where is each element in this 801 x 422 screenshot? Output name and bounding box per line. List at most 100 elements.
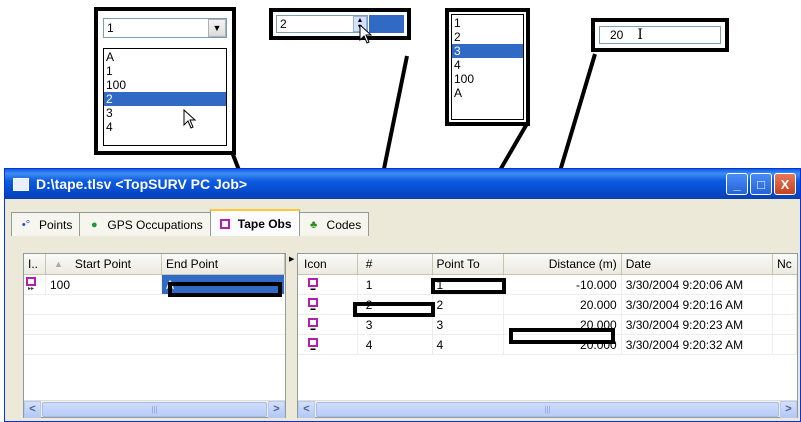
table-row[interactable]: ▬ 1 1 -10.000 3/30/2004 9:20:06 AM [298, 275, 798, 295]
text-cursor-icon: I [637, 27, 643, 43]
sort-ascending-icon: ▲ [54, 259, 63, 269]
tab-points[interactable]: •° Points [11, 212, 81, 236]
left-horizontal-scrollbar[interactable]: < ||| > [24, 400, 285, 418]
number-cell[interactable]: 1 [358, 275, 433, 294]
title-bar[interactable]: D:\tape.tlsv <TopSURV PC Job> _ □ X [5, 169, 800, 199]
dropdown-option[interactable]: 1 [452, 16, 523, 30]
column-header-point-to[interactable]: Point To [433, 254, 505, 274]
distance-cell[interactable]: 20.000 [504, 295, 622, 314]
left-grid-panel: I.. ▲ Start Point End Point ▸▸ 100 A < |… [23, 253, 286, 418]
dropdown-option[interactable]: 100 [452, 72, 523, 86]
notes-cell[interactable] [773, 335, 798, 354]
column-header-date[interactable]: Date [622, 254, 774, 274]
close-button[interactable]: X [774, 173, 796, 195]
number-cell[interactable]: 3 [358, 315, 433, 334]
tape-obs-icon [218, 217, 232, 231]
dropdown-option[interactable]: 4 [452, 58, 523, 72]
column-header-number[interactable]: # [358, 254, 433, 274]
tape-obs-icon: ▸▸ [26, 277, 36, 292]
topsurv-window: D:\tape.tlsv <TopSURV PC Job> _ □ X •° P… [4, 168, 801, 422]
column-header-notes[interactable]: Nc [773, 254, 797, 274]
scroll-thumb[interactable]: ||| [42, 401, 267, 417]
highlight-distance-cell [509, 328, 615, 344]
dropdown-option[interactable]: A [104, 50, 226, 64]
start-point-cell[interactable]: 100 [46, 275, 162, 294]
point-to-cell[interactable]: 2 [433, 295, 505, 314]
endpoint-combo-value: 1 [107, 21, 114, 35]
tab-codes[interactable]: ♣ Codes [298, 212, 370, 236]
tab-gps-occupations[interactable]: ● GPS Occupations [79, 212, 211, 236]
endpoint-combo[interactable]: 1 ▼ [103, 18, 227, 38]
row-icon-cell: ▬ [298, 315, 358, 334]
column-header-icon[interactable]: I.. [24, 254, 46, 274]
spinner-selection-bar [369, 15, 404, 33]
tab-label: Tape Obs [237, 216, 292, 231]
scroll-left-icon[interactable]: < [298, 400, 315, 418]
point-to-cell[interactable]: 3 [433, 315, 505, 334]
number-spinner-field[interactable]: 2 ▲▼ [276, 15, 368, 33]
tape-obs-icon: ▬ [308, 317, 318, 332]
pointto-dropdown-list: 1 2 3 4 100 A [451, 14, 524, 120]
table-row [24, 295, 285, 315]
dropdown-option-selected[interactable]: 3 [452, 44, 523, 58]
window-icon [13, 177, 29, 191]
dropdown-option-selected[interactable]: 2 [104, 92, 226, 106]
column-header-end-point[interactable]: End Point [162, 254, 285, 274]
notes-cell[interactable] [773, 315, 798, 334]
date-cell[interactable]: 3/30/2004 9:20:23 AM [622, 315, 774, 334]
gps-occupations-icon: ● [91, 218, 98, 231]
splitter-arrow-icon: ▶ [289, 256, 295, 263]
maximize-button[interactable]: □ [750, 173, 772, 195]
row-icon-cell: ▸▸ [24, 275, 46, 294]
mouse-cursor-icon [183, 109, 197, 129]
dropdown-option[interactable]: 1 [104, 64, 226, 78]
mouse-cursor-icon [359, 24, 373, 44]
minimize-button[interactable]: _ [726, 173, 748, 195]
right-horizontal-scrollbar[interactable]: < ||| > [298, 400, 797, 418]
dropdown-option[interactable]: 2 [452, 30, 523, 44]
column-header-distance[interactable]: Distance (m) [504, 254, 622, 274]
number-spinner-value: 2 [280, 17, 287, 31]
table-row [24, 335, 285, 355]
highlight-number-cell [353, 302, 435, 317]
window-title: D:\tape.tlsv <TopSURV PC Job> [36, 176, 248, 192]
distance-cell[interactable]: -10.000 [504, 275, 622, 294]
column-header-icon[interactable]: Icon [298, 254, 358, 274]
tab-strip: •° Points ● GPS Occupations Tape Obs ♣ C… [11, 209, 370, 236]
tape-obs-icon: ▬ [308, 277, 318, 292]
date-cell[interactable]: 3/30/2004 9:20:16 AM [622, 295, 774, 314]
tab-label: Codes [326, 217, 362, 232]
row-icon-cell: ▬ [298, 275, 358, 294]
column-header-label: Start Point [74, 257, 131, 271]
tape-obs-icon: ▬ [308, 297, 318, 312]
tab-label: Points [39, 217, 73, 232]
chevron-down-icon[interactable]: ▼ [208, 19, 226, 37]
dropdown-option[interactable]: 100 [104, 78, 226, 92]
row-icon-cell: ▬ [298, 295, 358, 314]
tab-tape-obs[interactable]: Tape Obs [209, 209, 300, 236]
pane-splitter[interactable]: ▶ [288, 253, 296, 418]
dropdown-option[interactable]: A [452, 86, 523, 100]
endpoint-dropdown-callout: 1 ▼ A 1 100 2 3 4 [94, 7, 236, 155]
dropdown-option[interactable]: 3 [104, 106, 226, 120]
scroll-right-icon[interactable]: > [780, 400, 797, 418]
date-cell[interactable]: 3/30/2004 9:20:06 AM [622, 275, 774, 294]
notes-cell[interactable] [773, 275, 798, 294]
distance-input-value: 20 [610, 28, 624, 42]
notes-cell[interactable] [773, 295, 798, 314]
distance-input[interactable]: 20 I [599, 26, 721, 44]
scroll-thumb[interactable]: ||| [316, 401, 779, 417]
points-icon: •° [21, 218, 31, 231]
highlight-end-point-cell [168, 282, 282, 297]
date-cell[interactable]: 3/30/2004 9:20:32 AM [622, 335, 774, 354]
tab-label: GPS Occupations [107, 217, 203, 232]
number-spinner-callout: 2 ▲▼ [269, 8, 411, 44]
dropdown-option[interactable]: 4 [104, 120, 226, 134]
highlight-point-to-cell [431, 278, 506, 294]
scroll-left-icon[interactable]: < [24, 400, 41, 418]
number-cell[interactable]: 4 [358, 335, 433, 354]
scroll-right-icon[interactable]: > [268, 400, 285, 418]
column-header-start-point[interactable]: ▲ Start Point [46, 254, 162, 274]
point-to-cell[interactable]: 4 [433, 335, 505, 354]
codes-icon: ♣ [309, 218, 318, 231]
